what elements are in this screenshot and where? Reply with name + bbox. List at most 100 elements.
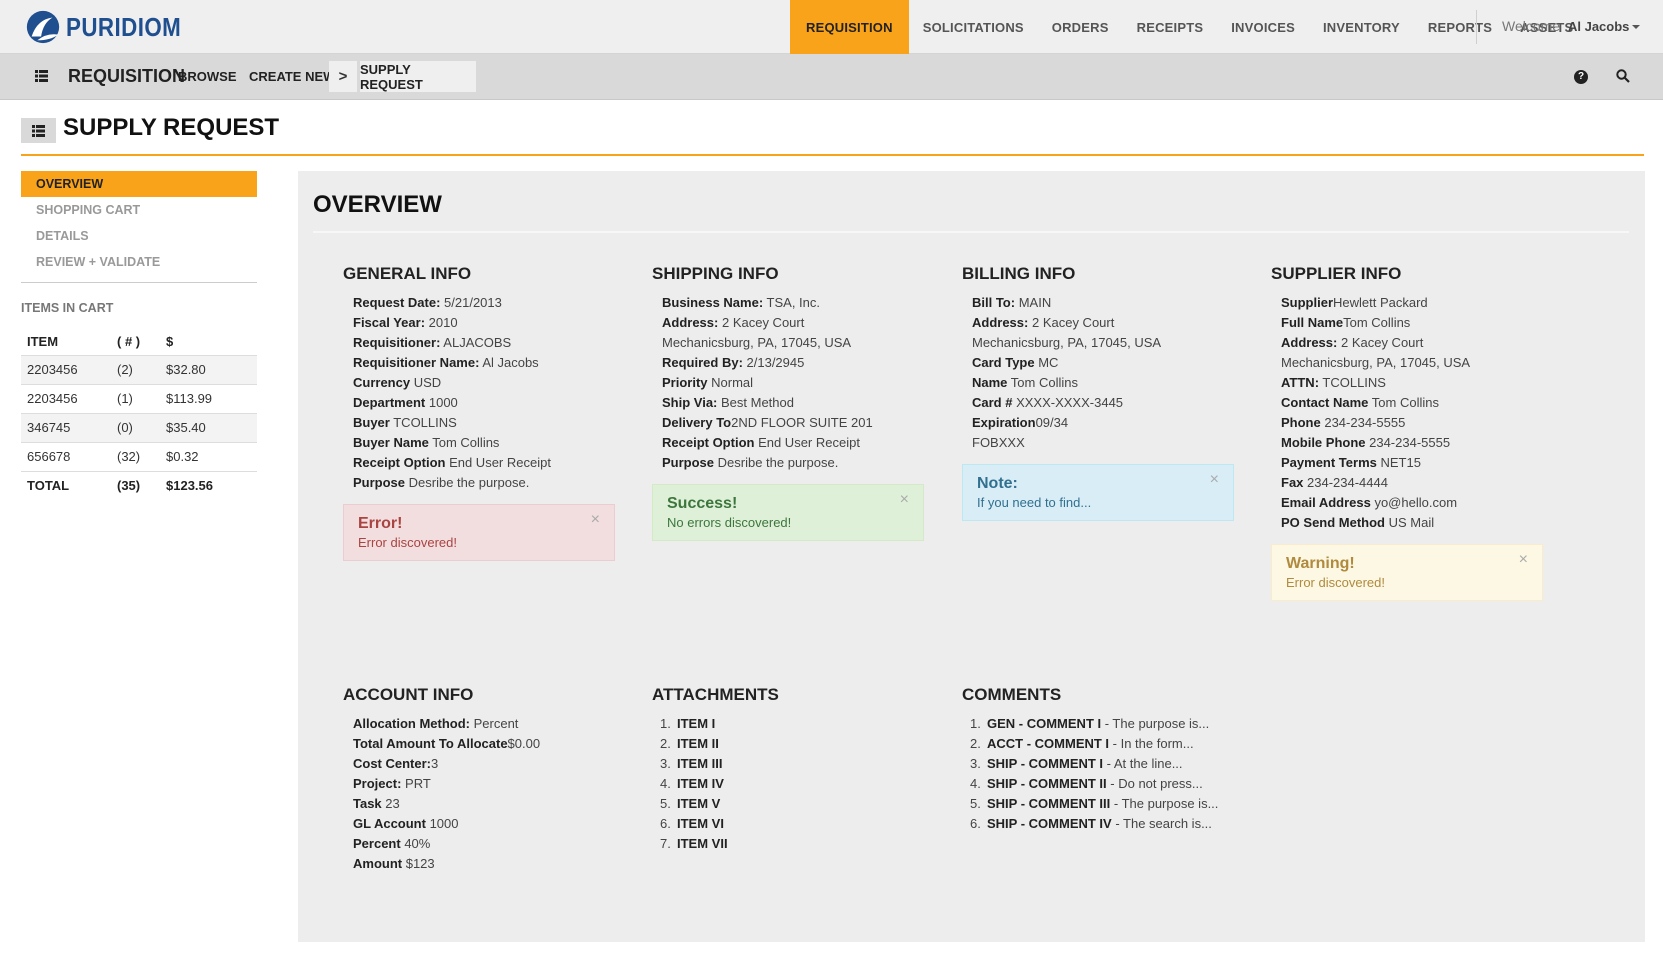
menu-invoices[interactable]: INVOICES xyxy=(1217,0,1309,54)
info-row: Bill To: MAIN xyxy=(962,293,1262,313)
page-title-list-icon[interactable] xyxy=(21,118,56,143)
attachment-item[interactable]: 7. ITEM VII xyxy=(652,834,952,854)
top-navbar: PURIDIOM REQUISITION SOLICITATIONS ORDERS R… xyxy=(0,0,1663,54)
info-label: Total Amount To Allocate xyxy=(353,736,508,751)
info-value: 2 Kacey Court xyxy=(718,315,805,330)
cart-total-cell: $123.56 xyxy=(166,478,213,494)
attachment-item[interactable]: 3. ITEM III xyxy=(652,754,952,774)
attachment-item[interactable]: 1. ITEM I xyxy=(652,714,952,734)
list-number: 2. xyxy=(660,736,671,751)
search-icon[interactable] xyxy=(1616,69,1630,83)
cart-cell: $35.40 xyxy=(160,413,257,443)
info-row: Amount $123 xyxy=(343,854,643,874)
brand-logo[interactable]: PURIDIOM xyxy=(24,8,200,46)
menu-requisition[interactable]: REQUISITION xyxy=(790,0,909,54)
info-value: Normal xyxy=(707,375,754,390)
sidenav-shopping-cart[interactable]: SHOPPING CART xyxy=(21,197,257,223)
menu-receipts[interactable]: RECEIPTS xyxy=(1123,0,1218,54)
info-row: Address: 2 Kacey Court xyxy=(652,313,952,333)
info-label: Card Type xyxy=(972,355,1035,370)
cart-row: 346745 (0) $35.40 xyxy=(21,413,257,443)
info-label: ATTN: xyxy=(1281,375,1320,390)
browse-link[interactable]: BROWSE xyxy=(178,69,237,84)
list-number: 1. xyxy=(660,716,671,731)
list-label: ITEM III xyxy=(677,756,723,771)
list-number: 4. xyxy=(660,776,671,791)
comment-item[interactable]: 2. ACCT - COMMENT I - In the form... xyxy=(962,734,1262,754)
info-label: Delivery To xyxy=(662,415,732,430)
page-title: SUPPLY REQUEST xyxy=(63,114,280,141)
info-value: Mechanicsburg, PA, 17045, USA xyxy=(1281,355,1471,370)
info-row: Request Date: 5/21/2013 xyxy=(343,293,643,313)
info-value: 1000 xyxy=(425,816,459,831)
info-label: Fiscal Year: xyxy=(353,315,426,330)
close-icon[interactable]: × xyxy=(1210,471,1219,489)
comment-item[interactable]: 5. SHIP - COMMENT III - The purpose is... xyxy=(962,794,1262,814)
cart-cell: $32.80 xyxy=(160,355,257,385)
info-label: Purpose xyxy=(662,455,715,470)
info-value: Desribe the purpose. xyxy=(405,475,530,490)
account-title: ACCOUNT INFO xyxy=(343,685,474,704)
info-label: Ship Via: xyxy=(662,395,718,410)
alert-heading: Error! xyxy=(358,515,403,532)
breadcrumb-current[interactable]: SUPPLY REQUEST xyxy=(360,61,476,92)
info-row: Address: 2 Kacey Court xyxy=(1271,333,1571,353)
create-new-link[interactable]: CREATE NEW xyxy=(249,69,335,84)
close-icon[interactable]: × xyxy=(1519,551,1528,569)
user-menu[interactable]: Welcome Al Jacobs xyxy=(1502,18,1641,34)
comment-item[interactable]: 3. SHIP - COMMENT I - At the line... xyxy=(962,754,1262,774)
info-row: Purpose Desribe the purpose. xyxy=(652,453,952,473)
info-value: Tom Collins xyxy=(1007,375,1078,390)
comment-item[interactable]: 4. SHIP - COMMENT II - Do not press... xyxy=(962,774,1262,794)
attachments-list: 1. ITEM I 2. ITEM II 3. ITEM III 4. ITEM IV 5. IT… xyxy=(652,714,952,854)
menu-inventory[interactable]: INVENTORY xyxy=(1309,0,1414,54)
cart-title: ITEMS IN CART xyxy=(21,301,114,315)
list-icon[interactable] xyxy=(35,70,48,82)
info-label: Contact Name xyxy=(1281,395,1369,410)
info-row: Expiration09/34 xyxy=(962,413,1262,433)
info-row: Mobile Phone 234-234-5555 xyxy=(1271,433,1571,453)
list-number: 7. xyxy=(660,836,671,851)
attachment-item[interactable]: 2. ITEM II xyxy=(652,734,952,754)
info-row: Receipt Option End User Receipt xyxy=(343,453,643,473)
comment-item[interactable]: 1. GEN - COMMENT I - The purpose is... xyxy=(962,714,1262,734)
menu-reports[interactable]: REPORTS xyxy=(1414,0,1506,54)
alert-heading: Warning! xyxy=(1286,555,1355,572)
info-row: Department 1000 xyxy=(343,393,643,413)
info-row: Required By: 2/13/2945 xyxy=(652,353,952,373)
attachment-item[interactable]: 5. ITEM V xyxy=(652,794,952,814)
list-label: ITEM VII xyxy=(677,836,728,851)
sidenav-overview[interactable]: OVERVIEW xyxy=(21,171,257,197)
info-row: Buyer Name Tom Collins xyxy=(343,433,643,453)
user-name: Al Jacobs xyxy=(1567,19,1630,34)
sidenav-review-validate[interactable]: REVIEW + VALIDATE xyxy=(21,249,257,275)
info-value: USD xyxy=(410,375,442,390)
close-icon[interactable]: × xyxy=(591,511,600,529)
info-value: Percent xyxy=(470,716,519,731)
list-number: 1. xyxy=(970,716,981,731)
menu-solicitations[interactable]: SOLICITATIONS xyxy=(909,0,1038,54)
close-icon[interactable]: × xyxy=(900,491,909,509)
info-row: Requisitioner Name: Al Jacobs xyxy=(343,353,643,373)
info-row: Percent 40% xyxy=(343,834,643,854)
billing-info-section: BILLING INFO Bill To: MAIN Address: 2 Kace… xyxy=(962,264,1262,521)
info-row: Payment Terms NET15 xyxy=(1271,453,1571,473)
attachment-item[interactable]: 4. ITEM IV xyxy=(652,774,952,794)
sidenav-details[interactable]: DETAILS xyxy=(21,223,257,249)
comment-item[interactable]: 6. SHIP - COMMENT IV - The search is... xyxy=(962,814,1262,834)
info-row: Allocation Method: Percent xyxy=(343,714,643,734)
info-row: GL Account 1000 xyxy=(343,814,643,834)
info-label: Fax xyxy=(1281,475,1304,490)
info-value: End User Receipt xyxy=(754,435,860,450)
info-row: Requisitioner: ALJACOBS xyxy=(343,333,643,353)
info-row: SupplierHewlett Packard xyxy=(1271,293,1571,313)
main-menu: REQUISITION SOLICITATIONS ORDERS RECEIPTS IN… xyxy=(790,0,1587,54)
info-value: End User Receipt xyxy=(445,455,551,470)
info-row: Receipt Option End User Receipt xyxy=(652,433,952,453)
info-label: Buyer xyxy=(353,415,390,430)
menu-orders[interactable]: ORDERS xyxy=(1038,0,1123,54)
attachment-item[interactable]: 6. ITEM VI xyxy=(652,814,952,834)
info-value: TCOLLINS xyxy=(389,415,457,430)
cart-header-price: $ xyxy=(160,328,257,356)
help-icon[interactable]: ? xyxy=(1574,70,1588,84)
